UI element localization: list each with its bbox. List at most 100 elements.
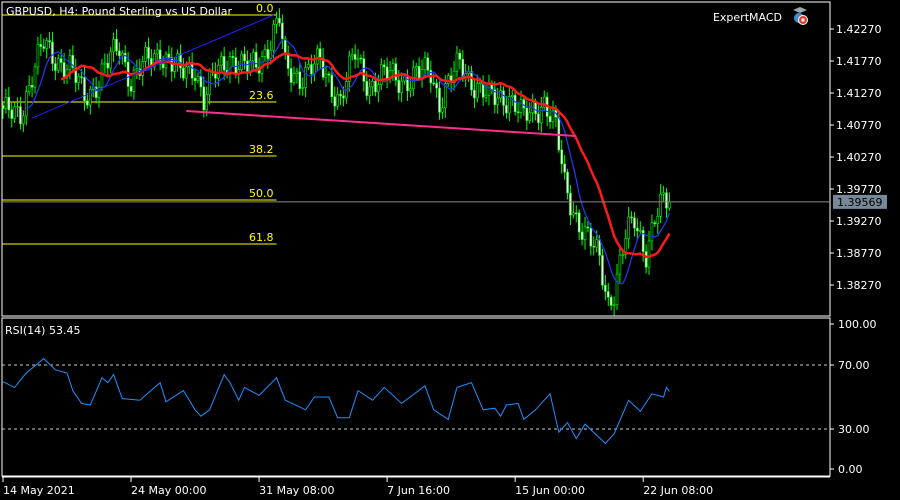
bear-candle: [374, 80, 377, 93]
time-axis: 14 May 2021 24 May 00:00 31 May 08:00 7 Jun…: [2, 476, 830, 497]
bull-candle: [56, 58, 60, 71]
bull-candle: [4, 96, 8, 109]
bull-candle: [540, 106, 543, 123]
bull-candle: [144, 47, 147, 62]
time-tick-label: 22 Jun 08:00: [643, 484, 713, 497]
bear-candle: [231, 56, 235, 58]
rsi-tick-label: 0.00: [838, 463, 863, 476]
bear-candle: [289, 68, 293, 83]
bear-candle: [577, 212, 581, 233]
bear-candle: [522, 99, 526, 109]
bull-candle: [196, 76, 200, 81]
bull-candle: [572, 212, 575, 216]
time-tick-label: 31 May 08:00: [259, 484, 334, 497]
bull-candle: [89, 88, 92, 106]
bull-candle: [444, 83, 447, 109]
bull-candle: [467, 71, 470, 75]
bull-candle: [508, 96, 511, 114]
bull-candle: [455, 52, 459, 72]
bear-candle: [83, 77, 86, 101]
bull-candle: [100, 63, 104, 88]
rsi-pane[interactable]: RSI(14) 53.45 100.00 70.00 30.00 0.00: [1, 317, 877, 477]
bear-candle: [118, 50, 121, 57]
bull-candle: [371, 80, 374, 88]
bear-candle: [592, 245, 596, 248]
bear-candle: [516, 111, 520, 114]
bull-candle: [304, 67, 307, 88]
price-pane[interactable]: 0.0 23.6 38.2 50.0 61.8 GBPUSD, H4: Pound St…: [1, 1, 887, 317]
bull-candle: [27, 85, 31, 92]
bear-candle: [278, 18, 281, 24]
bear-candle: [470, 71, 473, 91]
bull-candle: [219, 56, 223, 66]
bear-candle: [609, 296, 613, 306]
bull-candle: [336, 93, 339, 107]
rsi-tick-label: 30.00: [838, 423, 870, 436]
bear-candle: [123, 52, 127, 63]
bear-candle: [473, 89, 476, 99]
bear-candle: [458, 52, 462, 60]
bear-candle: [48, 40, 51, 43]
bear-candle: [438, 87, 441, 113]
bull-candle: [583, 226, 587, 240]
bull-candle: [155, 49, 159, 55]
bear-candle: [199, 76, 203, 88]
bear-candle: [30, 85, 34, 88]
bull-candle: [496, 97, 500, 106]
bear-candle: [243, 53, 246, 62]
bear-candle: [606, 291, 610, 298]
fib-level-label: 61.8: [249, 231, 274, 244]
price-tick-label: 1.40770: [836, 119, 882, 132]
bull-candle: [510, 95, 514, 98]
bear-candle: [222, 56, 226, 71]
bull-candle: [528, 112, 532, 121]
bear-candle: [604, 284, 607, 292]
time-tick-label: 7 Jun 16:00: [387, 484, 450, 497]
bear-candle: [254, 51, 258, 68]
bull-candle: [618, 254, 622, 275]
bull-candle: [36, 43, 40, 68]
bear-candle: [333, 96, 337, 107]
bear-candle: [167, 53, 171, 58]
fib-level-label: 23.6: [249, 89, 274, 102]
bull-candle: [441, 107, 444, 113]
bear-candle: [51, 41, 54, 64]
price-pane-border: [1, 1, 831, 317]
bear-candle: [54, 63, 57, 71]
bull-candle: [476, 83, 479, 99]
bull-candle: [307, 64, 310, 68]
price-tick-label: 1.39770: [836, 183, 882, 196]
bear-candle: [417, 66, 421, 78]
bear-candle: [385, 66, 389, 80]
bear-candle: [86, 100, 89, 106]
bear-candle: [59, 58, 63, 63]
bear-candle: [644, 251, 648, 268]
bull-candle: [22, 115, 25, 125]
bull-candle: [612, 304, 616, 307]
expert-advisor-label: ExpertMACD: [713, 11, 782, 24]
bull-candle: [414, 66, 418, 69]
bear-candle: [633, 217, 636, 229]
bull-candle: [356, 57, 360, 60]
bear-candle: [42, 46, 46, 49]
bear-candle: [193, 78, 197, 81]
bull-candle: [519, 99, 523, 113]
bull-candle: [251, 51, 255, 62]
bear-candle: [327, 73, 331, 76]
price-tick-label: 1.40270: [836, 151, 882, 164]
bull-candle: [484, 94, 488, 98]
price-tick-label: 1.41270: [836, 87, 882, 100]
bull-candle: [638, 230, 642, 232]
bear-candle: [115, 38, 118, 52]
bear-candle: [432, 82, 435, 85]
trading-chart[interactable]: 0.0 23.6 38.2 50.0 61.8 GBPUSD, H4: Pound St…: [0, 0, 900, 500]
bull-candle: [423, 57, 427, 70]
chart-title: GBPUSD, H4: Pound Sterling vs US Dollar: [6, 5, 233, 18]
price-tick-label: 1.39270: [836, 215, 882, 228]
bear-candle: [574, 212, 578, 215]
bull-candle: [656, 215, 660, 225]
bull-candle: [173, 64, 176, 72]
bull-candle: [240, 53, 243, 70]
bull-candle: [103, 62, 107, 65]
bear-candle: [653, 222, 657, 225]
